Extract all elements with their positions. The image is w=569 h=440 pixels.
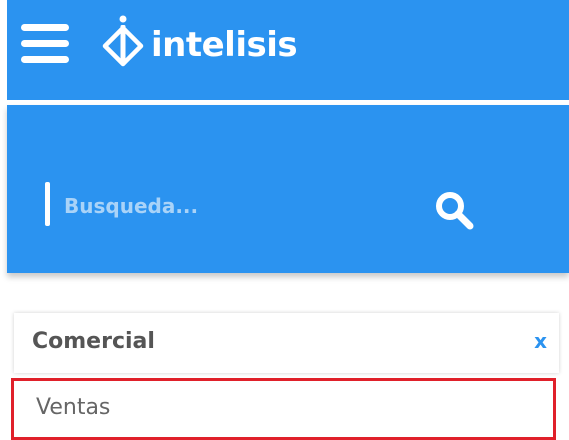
search-icon (436, 192, 474, 230)
brand-logo: intelisis (99, 12, 298, 72)
hamburger-menu-button[interactable] (21, 22, 69, 66)
brand-name: intelisis (151, 25, 298, 65)
search-button[interactable] (432, 188, 476, 232)
app-page: intelisis Comercial x Ventas (0, 0, 569, 440)
search-input[interactable] (64, 188, 404, 224)
hamburger-menu-icon-bar (21, 40, 69, 47)
hamburger-menu-icon-bar (21, 56, 69, 63)
menu-item-ventas[interactable]: Ventas (11, 378, 556, 440)
menu-item-label: Ventas (36, 395, 111, 420)
category-title: Comercial (32, 329, 155, 354)
close-icon[interactable]: x (534, 329, 547, 353)
category-panel: Comercial x (14, 313, 559, 373)
hamburger-menu-icon (21, 24, 69, 31)
search-caret (45, 182, 50, 226)
intelisis-logo-mark-icon (102, 15, 144, 67)
app-header: intelisis (7, 0, 569, 100)
